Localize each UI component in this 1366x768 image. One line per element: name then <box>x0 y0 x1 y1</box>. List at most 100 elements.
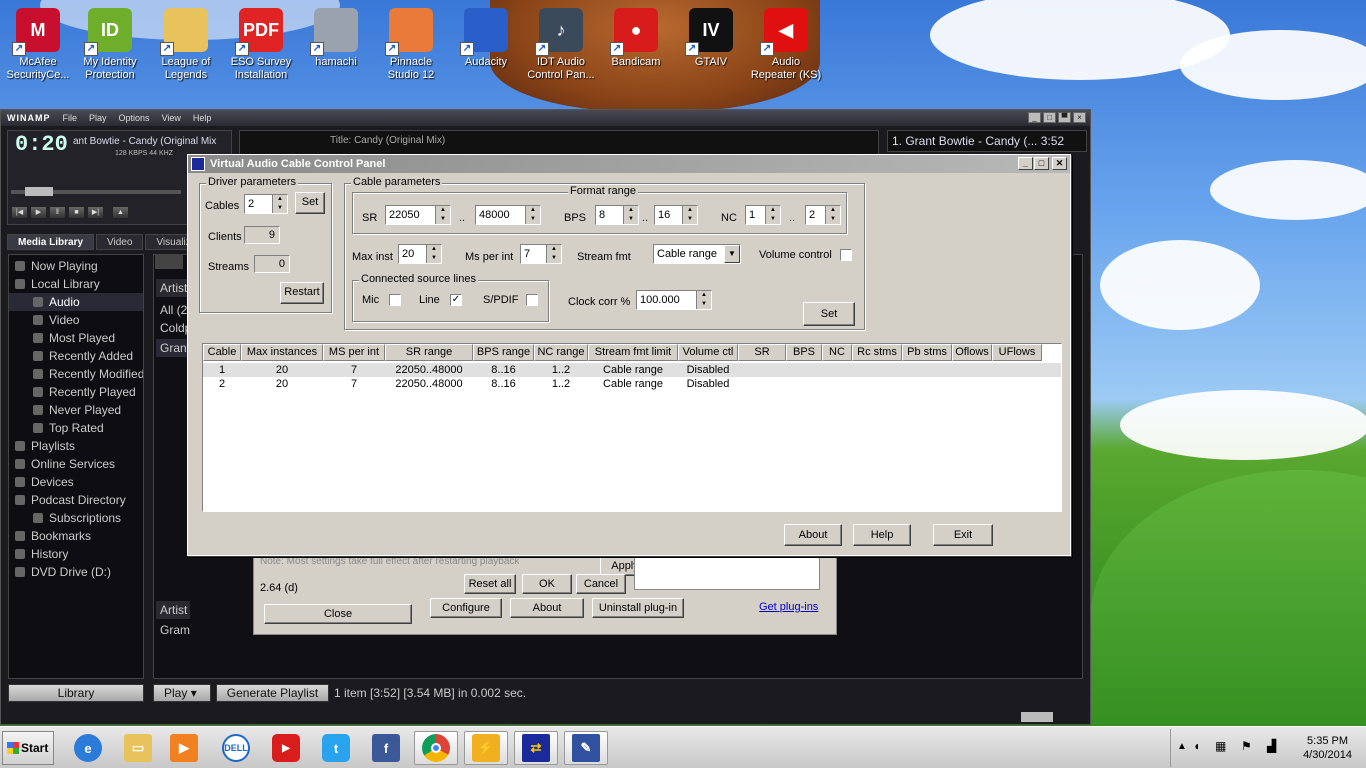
column-header[interactable]: Pb stms <box>902 344 952 361</box>
restart-button[interactable]: Restart <box>280 282 324 304</box>
close-icon[interactable]: ✕ <box>1052 157 1067 170</box>
menu-view[interactable]: View <box>162 113 181 123</box>
toolbar-icon[interactable] <box>155 255 183 269</box>
tree-item[interactable]: Most Played <box>9 329 143 347</box>
network-icon[interactable]: ▦ <box>1215 739 1226 753</box>
max-inst-spinner[interactable]: 20 ▲ ▼ <box>398 244 442 264</box>
exit-button[interactable]: Exit <box>933 524 993 546</box>
desktop-icon-audacity[interactable]: ↗ Audacity <box>448 2 524 69</box>
tree-item[interactable]: History <box>9 545 143 563</box>
playback-time[interactable]: 0:20 <box>15 132 68 157</box>
spin-arrows-icon[interactable]: ▲ ▼ <box>696 291 711 309</box>
column-header[interactable]: Stream fmt limit <box>588 344 678 361</box>
tree-item[interactable]: Online Services <box>9 455 143 473</box>
table-row[interactable]: 2 20 7 22050..48000 8..16 1..2 Cable range Disa… <box>203 377 1061 391</box>
desktop-icon-pinnacle[interactable]: ↗ Pinnacle Studio 12 <box>373 2 449 82</box>
tree-item[interactable]: Top Rated <box>9 419 143 437</box>
tree-item[interactable]: Podcast Directory <box>9 491 143 509</box>
tree-item[interactable]: Recently Played <box>9 383 143 401</box>
menu-help[interactable]: Help <box>193 113 212 123</box>
column-header[interactable]: Volume ctl <box>678 344 738 361</box>
desktop-icon-folder[interactable]: ↗ League of Legends <box>148 2 224 82</box>
desktop-icon-mcafee[interactable]: M ↗ McAfee SecurityCe... <box>0 2 76 82</box>
bps-max-spinner[interactable]: 16 ▲ ▼ <box>654 205 698 225</box>
action-center-icon[interactable]: ⚑ <box>1241 739 1252 753</box>
column-header[interactable]: SR <box>738 344 786 361</box>
signal-icon[interactable]: ▟ <box>1267 739 1276 753</box>
column-header[interactable]: Oflows <box>952 344 992 361</box>
tree-item[interactable]: Subscriptions <box>9 509 143 527</box>
maximize-icon[interactable]: □ <box>1034 157 1049 170</box>
desktop-icon-pdf[interactable]: PDF ↗ ESO Survey Installation <box>223 2 299 82</box>
chrome-icon[interactable] <box>414 731 458 765</box>
tree-item[interactable]: DVD Drive (D:) <box>9 563 143 581</box>
all-artists-row[interactable]: All (2 <box>160 303 187 317</box>
artist-row-selected[interactable]: Grant <box>156 339 190 357</box>
column-header[interactable]: NC <box>822 344 852 361</box>
tree-item[interactable]: Recently Added <box>9 347 143 365</box>
tree-item[interactable]: Recently Modified <box>9 365 143 383</box>
show-hidden-icons-icon[interactable]: ▲ <box>1177 741 1187 752</box>
play-icon[interactable]: ▶ <box>30 206 47 219</box>
column-header[interactable]: MS per int <box>323 344 385 361</box>
ie-icon[interactable]: e <box>66 731 110 765</box>
line-checkbox[interactable]: ✓ <box>450 294 462 306</box>
column-header[interactable]: BPS <box>786 344 822 361</box>
speaker-icon[interactable]: ◖ <box>1193 739 1200 753</box>
stream-fmt-select[interactable]: Cable range ▼ <box>653 244 741 264</box>
spin-arrows-icon[interactable]: ▲ ▼ <box>435 206 450 224</box>
menu-options[interactable]: Options <box>119 113 150 123</box>
tree-item[interactable]: Never Played <box>9 401 143 419</box>
menu-file[interactable]: File <box>63 113 78 123</box>
dell-icon[interactable]: DELL <box>214 731 258 765</box>
spin-arrows-icon[interactable]: ▲ ▼ <box>426 245 441 263</box>
cables-spinner[interactable]: 2 ▲ ▼ <box>244 194 288 214</box>
nc-max-spinner[interactable]: 2 ▲ ▼ <box>805 205 841 225</box>
sr-min-spinner[interactable]: 22050 ▲ ▼ <box>385 205 451 225</box>
artist-header-2[interactable]: Artist <box>156 601 190 619</box>
get-plugins-link[interactable]: Get plug-ins <box>759 601 818 613</box>
tab-media-library[interactable]: Media Library <box>7 234 95 250</box>
spdif-checkbox[interactable] <box>526 294 538 306</box>
artist-header[interactable]: Artist <box>156 279 190 297</box>
spin-arrows-icon[interactable]: ▲ ▼ <box>546 245 561 263</box>
twitter-icon[interactable]: t <box>314 731 358 765</box>
explorer-icon[interactable]: ▭ <box>116 731 160 765</box>
stop-icon[interactable]: ■ <box>68 206 85 219</box>
playlist-entry[interactable]: 1. Grant Bowtie - Candy (... 3:52 <box>887 130 1087 152</box>
tree-item[interactable]: Playlists <box>9 437 143 455</box>
ms-per-int-spinner[interactable]: 7 ▲ ▼ <box>520 244 562 264</box>
pause-icon[interactable]: ‖ <box>49 206 66 219</box>
close-button[interactable]: Close <box>264 604 412 624</box>
menu-play[interactable]: Play <box>89 113 107 123</box>
spin-arrows-icon[interactable]: ▲ ▼ <box>272 195 287 213</box>
vac-taskbar-icon[interactable]: ⇄ <box>514 731 558 765</box>
library-button[interactable]: Library <box>8 684 144 702</box>
desktop-icon-idt-audio[interactable]: ♪ ↗ IDT Audio Control Pan... <box>523 2 599 82</box>
clock[interactable]: 5:35 PM 4/30/2014 <box>1303 734 1352 762</box>
winamp-taskbar-icon[interactable]: ⚡ <box>464 731 508 765</box>
desktop-icon-hamachi[interactable]: ↗ hamachi <box>298 2 374 69</box>
mic-checkbox[interactable] <box>389 294 401 306</box>
column-header[interactable]: SR range <box>385 344 473 361</box>
generate-playlist-button[interactable]: Generate Playlist <box>216 684 329 702</box>
spin-arrows-icon[interactable]: ▲ ▼ <box>825 206 840 224</box>
ok-button[interactable]: OK <box>522 574 572 594</box>
about-button[interactable]: About <box>784 524 842 546</box>
restore-icon[interactable]: □ <box>1043 112 1056 123</box>
desktop-icon-bandicam[interactable]: ● ↗ Bandicam <box>598 2 674 69</box>
desktop-icon-identity[interactable]: ID ↗ My Identity Protection <box>72 2 148 82</box>
tab-video[interactable]: Video <box>96 234 144 250</box>
configure-button[interactable]: Configure <box>430 598 502 618</box>
close-icon[interactable]: × <box>1073 112 1086 123</box>
sr-max-spinner[interactable]: 48000 ▲ ▼ <box>475 205 541 225</box>
dropdown-arrow-icon[interactable]: ▼ <box>724 245 740 263</box>
table-row[interactable]: 1 20 7 22050..48000 8..16 1..2 Cable range Disa… <box>203 363 1061 377</box>
tree-item[interactable]: Devices <box>9 473 143 491</box>
media-player-icon[interactable]: ▶ <box>162 731 206 765</box>
nc-min-spinner[interactable]: 1 ▲ ▼ <box>745 205 781 225</box>
dropdown-arrow-icon[interactable]: ▾ <box>191 686 197 700</box>
column-header[interactable]: Max instances <box>241 344 323 361</box>
seek-bar[interactable] <box>11 187 181 196</box>
track-row[interactable]: Gram <box>160 623 190 637</box>
